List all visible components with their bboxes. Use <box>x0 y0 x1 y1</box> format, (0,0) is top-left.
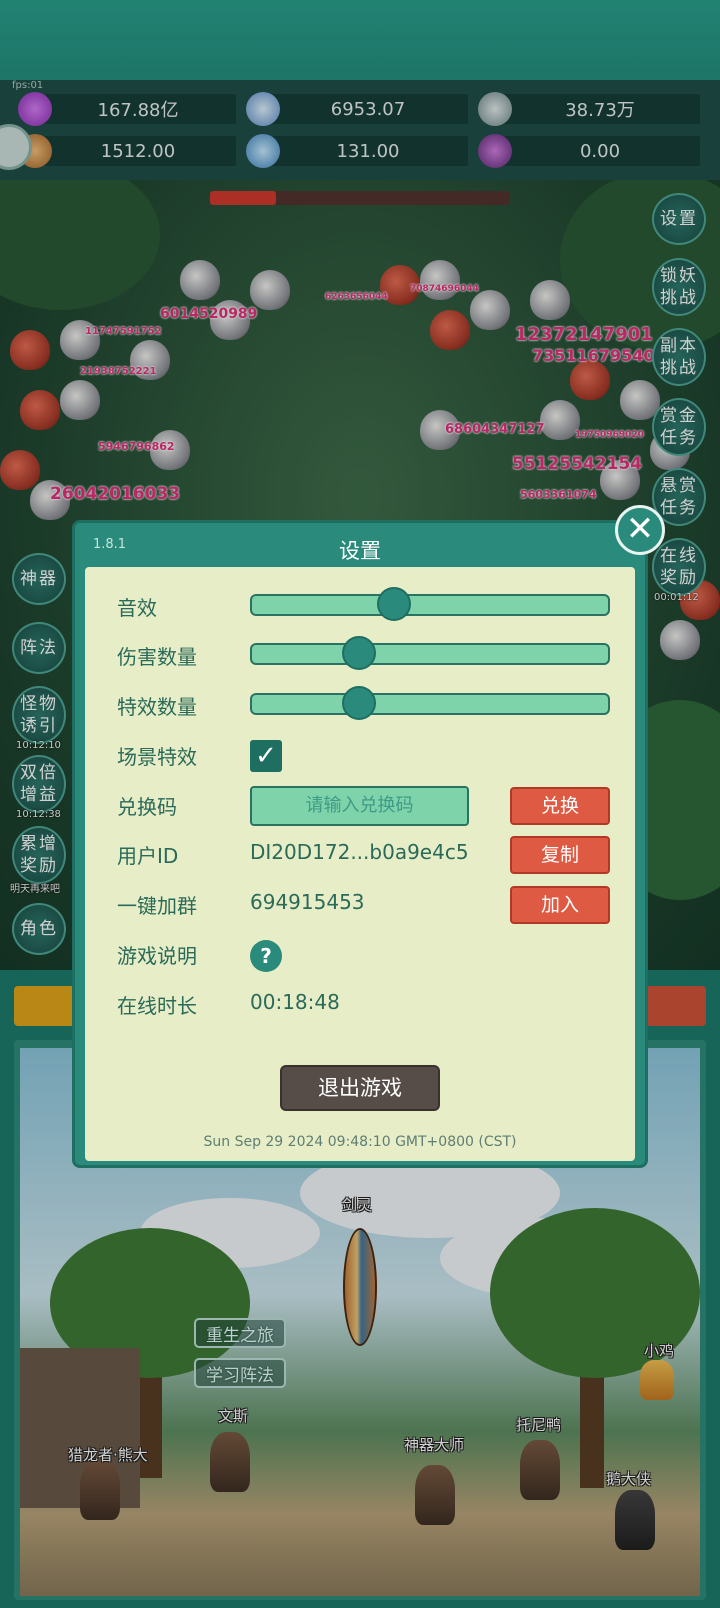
current-datetime: Sun Sep 29 2024 09:48:10 GMT+0800 (CST) <box>203 1134 517 1150</box>
redeem-code-input[interactable]: 请输入兑换码 <box>250 786 469 826</box>
dialog-title: 设置 <box>339 539 381 563</box>
effect-count-slider-knob[interactable] <box>341 686 376 720</box>
user-id-label: 用户ID <box>117 844 179 868</box>
online-time-label: 在线时长 <box>117 994 197 1018</box>
user-id-value: DI20D172...b0a9e4c5 <box>250 840 469 864</box>
checkmark-icon: ✓ <box>255 741 277 771</box>
damage-count-label: 伤害数量 <box>117 645 197 669</box>
scene-effect-label: 场景特效 <box>117 745 197 769</box>
damage-count-slider[interactable] <box>250 636 610 670</box>
join-group-label: 一键加群 <box>117 894 197 918</box>
group-number: 694915453 <box>250 890 365 914</box>
redeem-button[interactable]: 兑换 <box>510 787 610 825</box>
online-time-value: 00:18:48 <box>250 990 340 1014</box>
damage-count-slider-knob[interactable] <box>341 636 376 670</box>
sound-label: 音效 <box>117 596 157 620</box>
scene-effect-checkbox[interactable]: ✓ <box>250 740 282 772</box>
join-button[interactable]: 加入 <box>510 886 610 924</box>
exit-game-button[interactable]: 退出游戏 <box>280 1065 440 1111</box>
sound-slider[interactable] <box>250 587 610 621</box>
close-icon[interactable]: ✕ <box>615 505 665 555</box>
sound-slider-knob[interactable] <box>377 587 412 621</box>
effect-count-label: 特效数量 <box>117 695 197 719</box>
game-help-label: 游戏说明 <box>117 944 197 968</box>
redeem-code-label: 兑换码 <box>117 795 177 819</box>
help-icon[interactable]: ? <box>250 940 282 972</box>
copy-button[interactable]: 复制 <box>510 836 610 874</box>
effect-count-slider[interactable] <box>250 686 610 720</box>
